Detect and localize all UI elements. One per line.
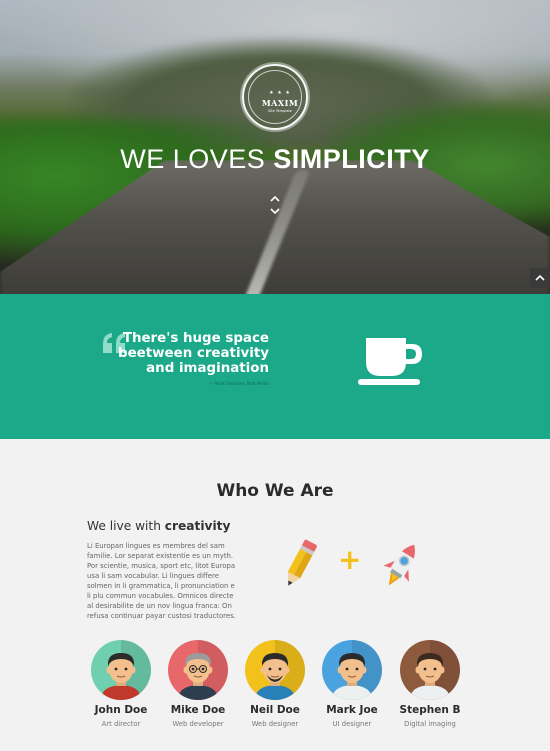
member-role: Web designer [251,720,299,728]
member-name: Mark Joe [326,704,378,716]
coffee-cup-icon [356,334,424,388]
about-subtitle: We live with creativity [87,519,230,533]
member-name: Mike Doe [170,704,226,716]
avatar [322,640,382,700]
site-logo[interactable]: ★ ★ ★ MAXIM Site Template [242,64,308,130]
member-name: Stephen B [399,704,461,716]
avatar-illustration [91,640,151,700]
avatar [91,640,151,700]
avatar-illustration [245,640,305,700]
team-member[interactable]: Stephen B Digital imaging [395,640,465,728]
logo-tagline: Site Template [268,109,292,113]
about-subtitle-light: We live with [87,519,165,533]
about-body: Li Europan lingues es membres del sam fa… [87,542,236,620]
avatar [245,640,305,700]
member-role: Digital imaging [404,720,456,728]
avatar [168,640,228,700]
member-name: Neil Doe [250,704,300,716]
hero-title: WE LOVES SIMPLICITY [0,144,550,175]
logo-inner-ring: ★ ★ ★ MAXIM Site Template [248,70,302,124]
avatar-illustration [168,640,228,700]
plus-sign: + [338,543,362,576]
quote-text: There's huge space beetween creativity a… [118,331,269,376]
member-role: Web developer [172,720,224,728]
back-to-top-icon[interactable] [530,268,550,288]
avatar [400,640,460,700]
team-member[interactable]: Mark Joe UI designer [317,640,387,728]
logo-name: MAXIM [261,98,299,108]
quote-section [0,294,550,439]
team-member[interactable]: Neil Doe Web designer [240,640,310,728]
hero-title-light: WE LOVES [120,144,274,174]
quote-author: — Mark Simmons, Nett Media [209,381,269,386]
scroll-down-icon[interactable] [268,194,282,218]
avatar-illustration [400,640,460,700]
rocket-icon [379,539,423,593]
hero-title-bold: SIMPLICITY [273,144,430,174]
avatar-illustration [322,640,382,700]
logo-stars: ★ ★ ★ [269,90,291,96]
about-subtitle-bold: creativity [164,519,231,533]
member-role: UI designer [332,720,372,728]
hero-section: ★ ★ ★ MAXIM Site Template WE LOVES SIMPL… [0,0,550,294]
section-title: Who We Are [216,481,334,501]
member-role: Art director [101,720,141,728]
pencil-icon [279,536,323,592]
member-name: John Doe [94,704,148,716]
team-member[interactable]: John Doe Art director [86,640,156,728]
team-member[interactable]: Mike Doe Web developer [163,640,233,728]
